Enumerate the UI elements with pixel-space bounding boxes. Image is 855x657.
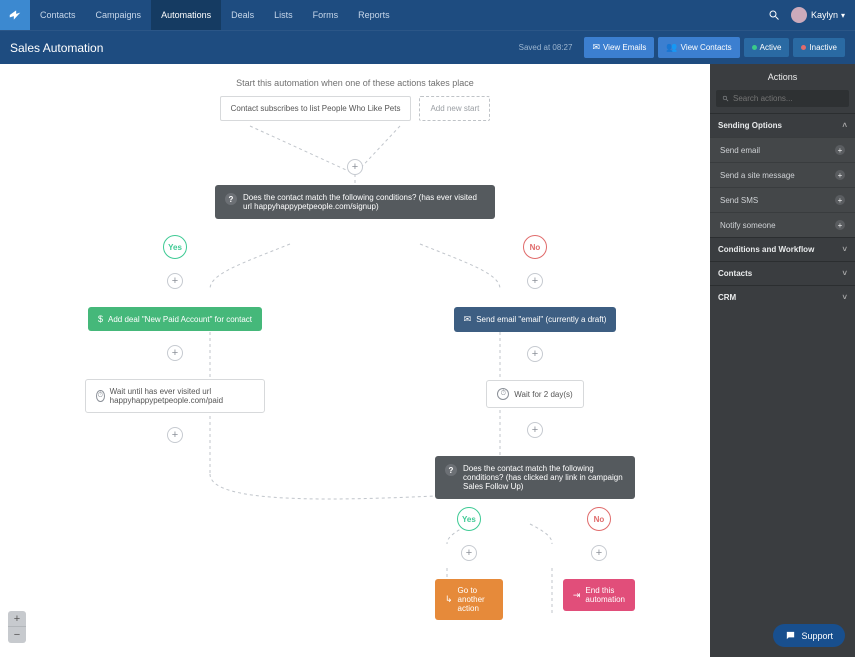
- add-step-button[interactable]: +: [591, 545, 607, 561]
- zoom-control: + −: [8, 611, 26, 643]
- nav-automations[interactable]: Automations: [151, 0, 221, 30]
- group-contacts[interactable]: Contacts ˅: [710, 262, 855, 285]
- people-icon: 👥: [666, 42, 677, 53]
- add-deal-node[interactable]: $ Add deal "New Paid Account" for contac…: [88, 307, 262, 331]
- send-email-node[interactable]: ✉ Send email "email" (currently a draft): [454, 307, 617, 332]
- actions-sidebar: Actions Sending Options ˄ Send email+ Se…: [710, 64, 855, 657]
- add-step-button[interactable]: +: [527, 273, 543, 289]
- action-send-sms[interactable]: Send SMS+: [710, 187, 855, 212]
- branch-yes-pill[interactable]: Yes: [163, 235, 187, 259]
- question-icon: ?: [445, 464, 457, 476]
- nav-reports[interactable]: Reports: [348, 0, 400, 30]
- condition-node-1[interactable]: ? Does the contact match the following c…: [215, 185, 495, 219]
- nav-lists[interactable]: Lists: [264, 0, 303, 30]
- automation-canvas[interactable]: Start this automation when one of these …: [0, 64, 710, 657]
- sidebar-title: Actions: [710, 64, 855, 90]
- add-step-button[interactable]: +: [167, 427, 183, 443]
- question-icon: ?: [225, 193, 237, 205]
- plus-icon: +: [835, 220, 845, 230]
- app-logo[interactable]: [0, 0, 30, 30]
- condition-node-2[interactable]: ? Does the contact match the following c…: [435, 456, 635, 499]
- condition-text: Does the contact match the following con…: [243, 193, 485, 211]
- view-emails-button[interactable]: ✉View Emails: [584, 37, 654, 58]
- chat-icon: [785, 630, 796, 641]
- zoom-in-button[interactable]: +: [8, 611, 26, 627]
- primary-nav: Contacts Campaigns Automations Deals Lis…: [30, 0, 400, 30]
- page-title: Sales Automation: [10, 41, 103, 55]
- search-icon: [722, 94, 729, 103]
- search-button[interactable]: [761, 9, 787, 21]
- sidebar-search-input[interactable]: [733, 94, 843, 103]
- branch-no-pill[interactable]: No: [523, 235, 547, 259]
- action-send-email[interactable]: Send email+: [710, 137, 855, 162]
- nav-forms[interactable]: Forms: [303, 0, 349, 30]
- add-step-button[interactable]: +: [347, 159, 363, 175]
- clock-icon: ⏱: [497, 388, 509, 400]
- add-step-button[interactable]: +: [527, 422, 543, 438]
- branch-no-pill[interactable]: No: [587, 507, 611, 531]
- chevron-down-icon: ˅: [842, 293, 847, 302]
- avatar: [791, 7, 807, 23]
- action-send-site-message[interactable]: Send a site message+: [710, 162, 855, 187]
- group-conditions-workflow[interactable]: Conditions and Workflow ˅: [710, 238, 855, 261]
- plus-icon: +: [835, 145, 845, 155]
- active-toggle[interactable]: Active: [744, 38, 790, 57]
- dollar-icon: $: [98, 314, 103, 324]
- add-trigger-button[interactable]: Add new start: [419, 96, 490, 121]
- trigger-hint: Start this automation when one of these …: [236, 78, 474, 88]
- chevron-up-icon: ˄: [842, 121, 847, 130]
- add-step-button[interactable]: +: [461, 545, 477, 561]
- add-step-button[interactable]: +: [167, 345, 183, 361]
- clock-icon: ⏱: [96, 390, 105, 402]
- end-automation-node[interactable]: ⇥ End this automation: [563, 579, 635, 611]
- group-crm[interactable]: CRM ˅: [710, 286, 855, 309]
- condition-text: Does the contact match the following con…: [463, 464, 625, 491]
- arrow-icon: ↳: [445, 594, 453, 605]
- wait-visit-node[interactable]: ⏱ Wait until has ever visited url happyh…: [85, 379, 265, 413]
- mail-icon: ✉: [464, 314, 472, 325]
- user-menu[interactable]: Kaylyn ▾: [787, 7, 855, 23]
- zoom-out-button[interactable]: −: [8, 627, 26, 643]
- add-step-button[interactable]: +: [527, 346, 543, 362]
- view-contacts-button[interactable]: 👥View Contacts: [658, 37, 739, 58]
- chevron-down-icon: ▾: [841, 11, 845, 20]
- support-button[interactable]: Support: [773, 624, 845, 647]
- plus-icon: +: [835, 195, 845, 205]
- plus-icon: +: [835, 170, 845, 180]
- sidebar-search[interactable]: [716, 90, 849, 107]
- goto-node[interactable]: ↳ Go to another action: [435, 579, 503, 620]
- branch-yes-pill[interactable]: Yes: [457, 507, 481, 531]
- saved-status: Saved at 08:27: [519, 43, 573, 52]
- inactive-toggle[interactable]: Inactive: [793, 38, 845, 57]
- wait-days-node[interactable]: ⏱ Wait for 2 day(s): [486, 380, 583, 408]
- action-notify-someone[interactable]: Notify someone+: [710, 212, 855, 237]
- nav-campaigns[interactable]: Campaigns: [86, 0, 152, 30]
- group-sending-options[interactable]: Sending Options ˄: [710, 114, 855, 137]
- user-name: Kaylyn: [811, 10, 838, 20]
- chevron-down-icon: ˅: [842, 245, 847, 254]
- mail-icon: ✉: [592, 42, 600, 53]
- nav-contacts[interactable]: Contacts: [30, 0, 86, 30]
- exit-icon: ⇥: [573, 590, 581, 601]
- chevron-down-icon: ˅: [842, 269, 847, 278]
- nav-deals[interactable]: Deals: [221, 0, 264, 30]
- trigger-box[interactable]: Contact subscribes to list People Who Li…: [220, 96, 412, 121]
- add-step-button[interactable]: +: [167, 273, 183, 289]
